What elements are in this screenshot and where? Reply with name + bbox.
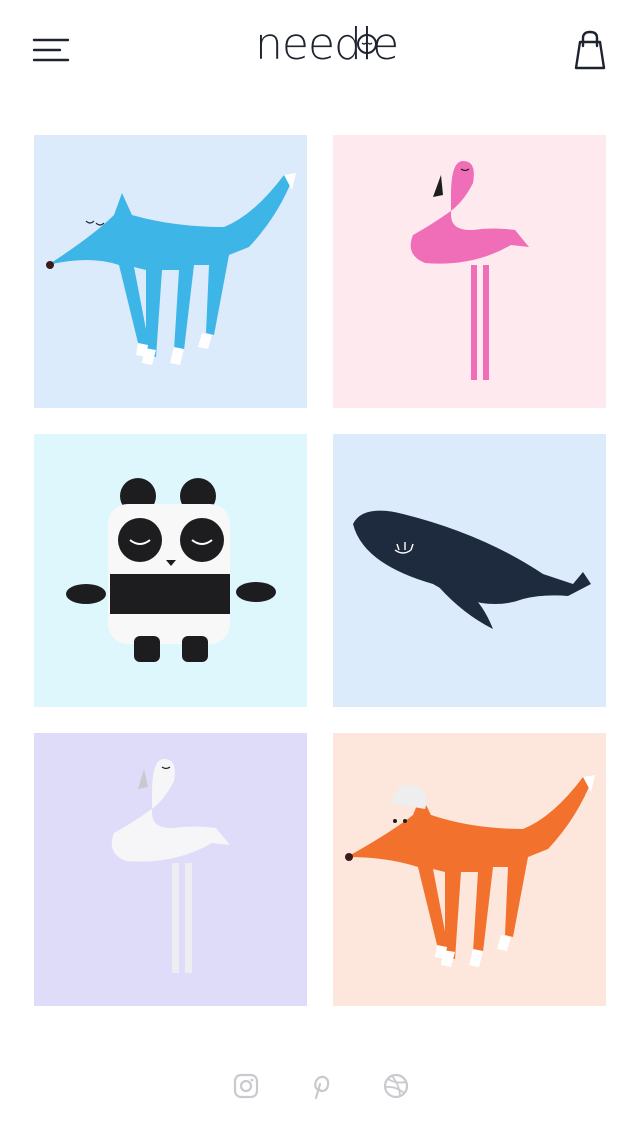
logo[interactable]: needle (255, 14, 399, 76)
shopping-bag-icon (574, 30, 606, 70)
product-tile-panda[interactable] (34, 434, 307, 707)
product-tile-pink-flamingo[interactable] (333, 135, 606, 408)
product-tile-orange-fox[interactable] (333, 733, 606, 1006)
white-flamingo-image (111, 759, 230, 973)
hamburger-menu-icon (32, 38, 70, 62)
pink-flamingo-image (410, 161, 529, 380)
product-grid (34, 135, 606, 1006)
product-tile-blue-fox[interactable] (34, 135, 307, 408)
social-links (0, 1064, 640, 1108)
pinterest-link[interactable] (306, 1072, 334, 1100)
cart-button[interactable] (570, 28, 610, 72)
logo-face-icon (357, 34, 377, 54)
menu-button[interactable] (30, 34, 70, 66)
orange-fox-image (345, 775, 595, 967)
panda-image (66, 478, 276, 662)
whale-image (353, 510, 591, 629)
blue-fox-image (46, 173, 296, 365)
instagram-icon (233, 1073, 259, 1099)
product-tile-whale[interactable] (333, 434, 606, 707)
header: needle (0, 0, 640, 100)
product-tile-white-flamingo[interactable] (34, 733, 307, 1006)
pinterest-icon (314, 1075, 330, 1100)
dribbble-icon (383, 1073, 409, 1099)
page: needle (0, 0, 640, 1136)
instagram-link[interactable] (232, 1072, 260, 1100)
dribbble-link[interactable] (382, 1072, 410, 1100)
